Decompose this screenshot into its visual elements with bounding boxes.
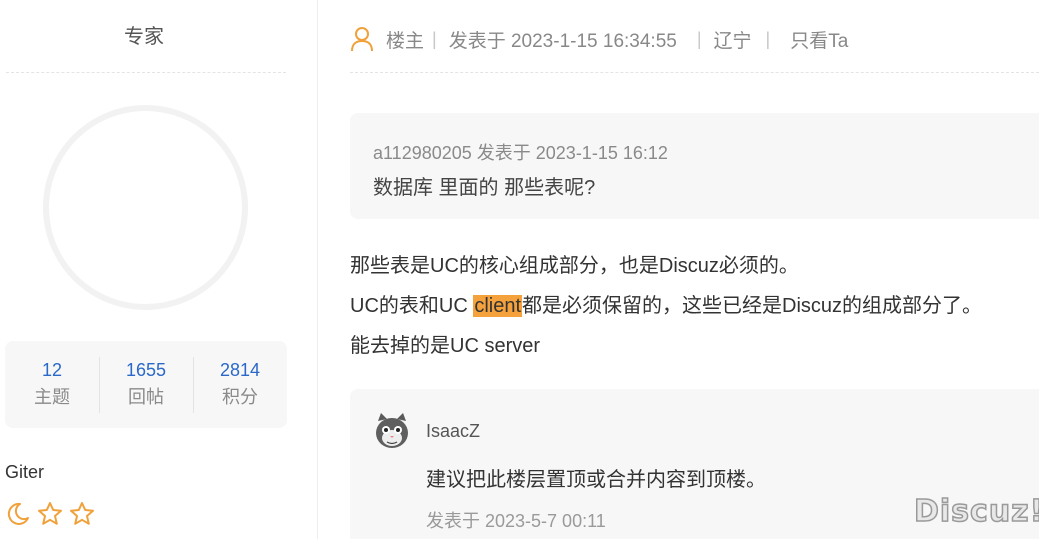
- user-group-title: 专家: [124, 26, 164, 48]
- comment-text: 建议把此楼层置顶或合并内容到顶楼。: [426, 469, 766, 491]
- comment-username[interactable]: IsaacZ: [426, 421, 480, 442]
- moon-icon: [7, 502, 29, 525]
- stat-replies-value: 1655: [125, 359, 167, 380]
- comment-time: 发表于 2023-5-7 00:11: [426, 511, 606, 531]
- highlighted-keyword: client: [473, 295, 523, 317]
- quote-text: 数据库 里面的 那些表呢?: [373, 177, 596, 199]
- stat-replies-label: 回帖: [128, 386, 164, 407]
- sidebar-divider: [6, 72, 286, 73]
- post-content: 那些表是UC的核心组成部分，也是Discuz必须的。 UC的表和UC clien…: [350, 246, 982, 366]
- user-stats: 12 主题 1655 回帖 2814 积分: [5, 341, 287, 428]
- post-location: 辽宁: [713, 30, 752, 52]
- post-text: 都是必须保留的，这些已经是Discuz的组成部分了。: [522, 295, 983, 317]
- divider: |: [696, 28, 702, 49]
- stat-points[interactable]: 2814 积分: [193, 341, 287, 428]
- stat-points-value: 2814: [219, 359, 261, 380]
- view-only-author-link[interactable]: 只看Ta: [790, 26, 848, 53]
- divider: |: [432, 28, 437, 49]
- discuz-watermark-logo: Discuz!: [913, 493, 1039, 530]
- stat-points-label: 积分: [222, 386, 258, 407]
- user-rank-stars: [4, 500, 96, 528]
- star-icon: [70, 502, 94, 525]
- post-line: 那些表是UC的核心组成部分，也是Discuz必须的。: [350, 255, 799, 277]
- author-sidebar: 专家 12 主题 1655 回帖 2814 积分 Giter: [0, 0, 318, 539]
- user-icon: [351, 27, 373, 52]
- stat-replies[interactable]: 1655 回帖: [99, 341, 193, 428]
- stat-topics-label: 主题: [34, 386, 70, 407]
- header-divider: [350, 72, 1039, 73]
- stat-topics-value: 12: [41, 359, 63, 380]
- star-icon: [38, 502, 62, 525]
- post-header: 楼主 | 发表于 2023-1-15 16:34:55 | 辽宁 | 只看Ta: [350, 22, 848, 56]
- quote-block: a112980205 发表于 2023-1-15 16:12 数据库 里面的 那…: [350, 113, 1039, 219]
- cat-avatar-icon[interactable]: [372, 411, 412, 451]
- divider: |: [765, 28, 771, 49]
- stat-topics[interactable]: 12 主题: [5, 341, 99, 428]
- post-time: 发表于 2023-1-15 16:34:55: [448, 30, 677, 52]
- avatar[interactable]: [43, 105, 248, 310]
- username[interactable]: Giter: [5, 462, 44, 483]
- post-line: 能去掉的是UC server: [350, 335, 541, 357]
- post-text: UC的表和UC: [350, 295, 474, 317]
- quote-meta: a112980205 发表于 2023-1-15 16:12: [373, 143, 668, 163]
- post-role: 楼主: [386, 30, 425, 52]
- post-line: UC的表和UC client都是必须保留的，这些已经是Discuz的组成部分了。: [350, 286, 982, 326]
